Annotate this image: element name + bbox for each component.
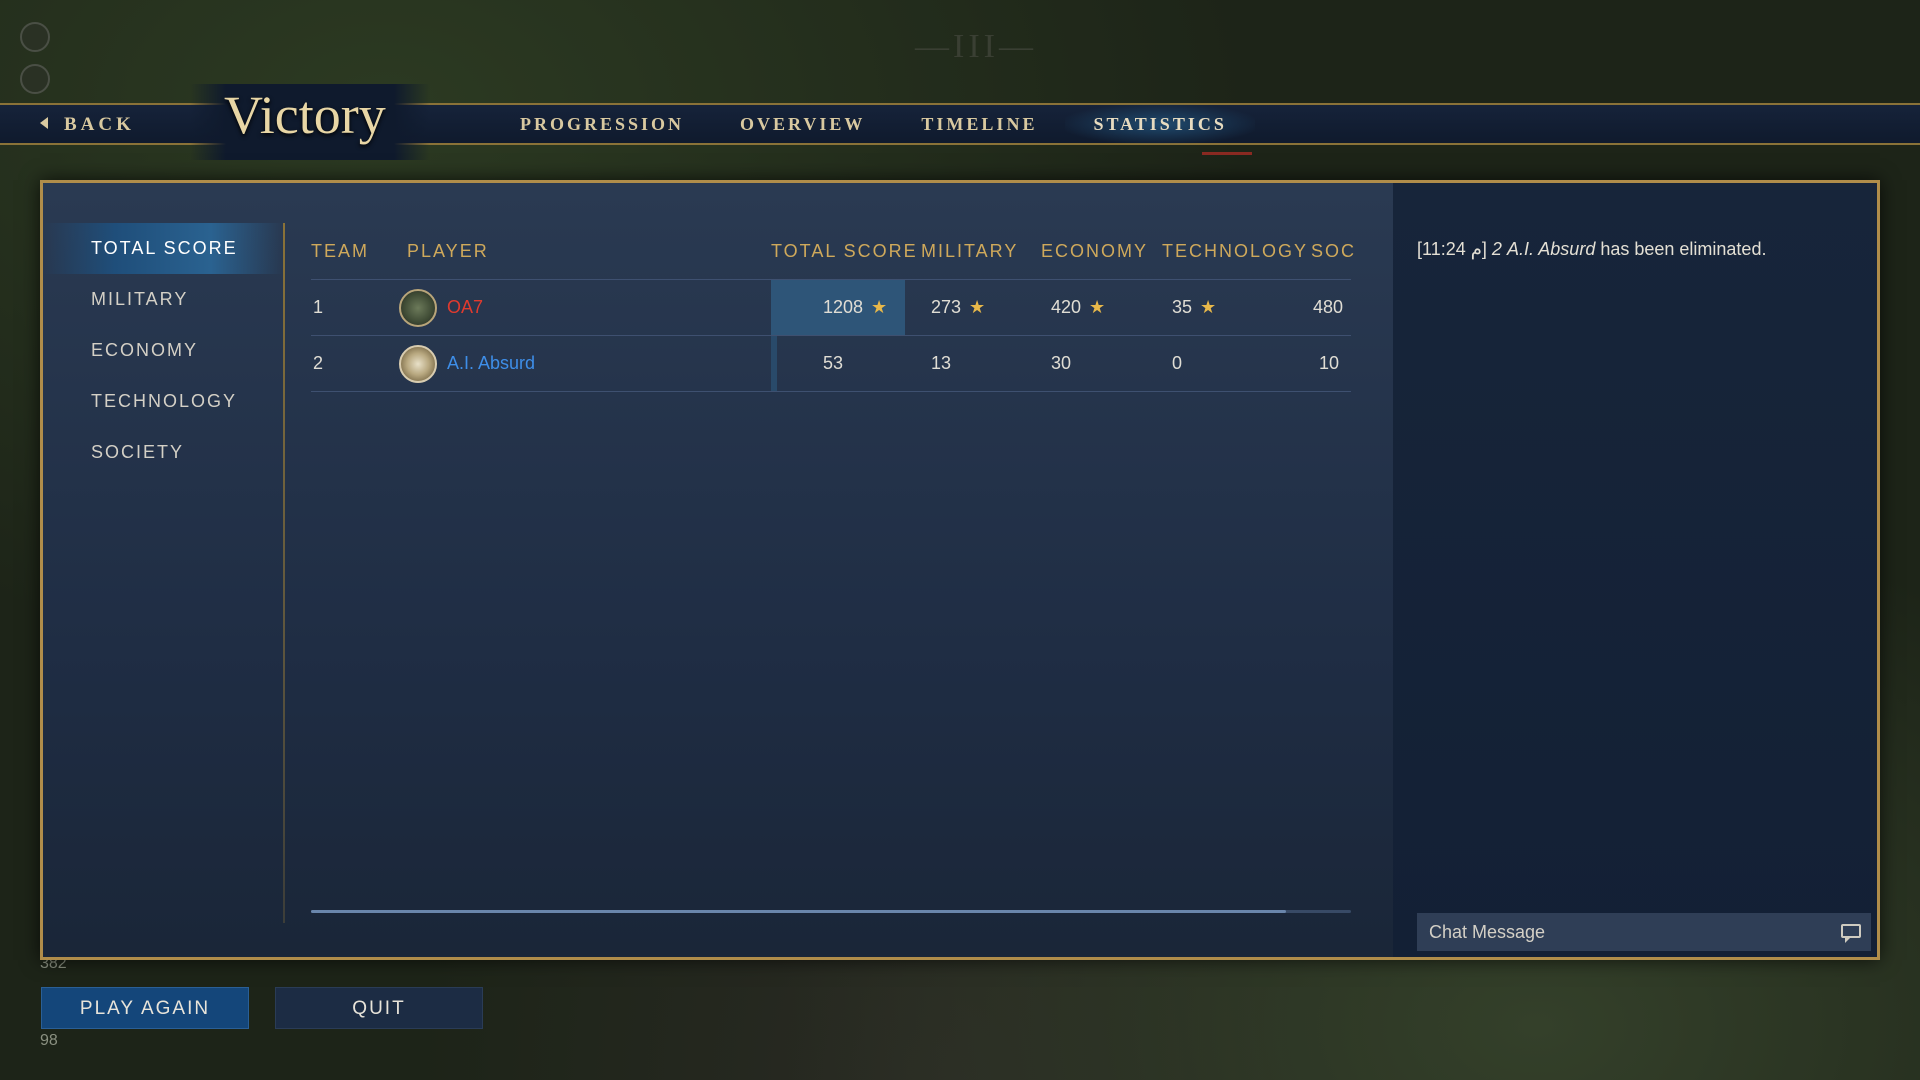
header-society[interactable]: SOC	[1311, 223, 1356, 279]
military-cell: 13	[931, 353, 952, 373]
header-technology[interactable]: TECHNOLOGY	[1162, 223, 1308, 279]
table-row[interactable]: 2 A.I. Absurd 53 13 30 0 10	[311, 336, 1351, 392]
chat-message: has been eliminated.	[1600, 239, 1767, 259]
team-cell: 2	[313, 353, 324, 373]
player-emblem-icon	[399, 345, 437, 383]
active-tab-indicator	[1202, 152, 1252, 155]
sidebar-item-society[interactable]: SOCIETY	[43, 427, 283, 478]
quit-button[interactable]: QUIT	[275, 987, 483, 1029]
age-indicator: —III—	[915, 28, 1037, 65]
star-icon: ★	[969, 297, 986, 317]
tab-statistics[interactable]: STATISTICS	[1065, 104, 1255, 144]
society-cell: 10	[1319, 353, 1340, 373]
score-table: TEAM PLAYER TOTAL SCORE MILITARY ECONOMY…	[311, 223, 1354, 392]
total-score-value: 1208	[823, 297, 864, 317]
play-again-button[interactable]: PLAY AGAIN	[41, 987, 249, 1029]
society-cell: 480	[1313, 297, 1344, 317]
back-label: BACK	[64, 114, 135, 135]
column-highlight	[771, 336, 777, 391]
sidebar-item-total-score[interactable]: TOTAL SCORE	[43, 223, 283, 274]
scrollbar-thumb[interactable]	[311, 910, 1286, 913]
table-row[interactable]: 1 OA7 1208 ★ 273 ★ 420 ★ 35 ★ 480	[311, 280, 1351, 336]
chat-panel: [م 11:24] 2 A.I. Absurd has been elimina…	[1393, 183, 1877, 957]
hud-resource-value: 98	[40, 1032, 58, 1049]
total-score-cell: 1208 ★	[823, 280, 887, 335]
sidebar-item-technology[interactable]: TECHNOLOGY	[43, 376, 283, 427]
chat-player: A.I. Absurd	[1506, 239, 1596, 259]
tab-progression[interactable]: PROGRESSION	[492, 104, 712, 144]
star-icon: ★	[1200, 297, 1217, 317]
chat-log-entry: [م 11:24] 2 A.I. Absurd has been elimina…	[1417, 239, 1766, 260]
technology-value: 35	[1172, 297, 1193, 317]
chat-timestamp: [م 11:24]	[1417, 239, 1487, 259]
sidebar-item-economy[interactable]: ECONOMY	[43, 325, 283, 376]
chat-input[interactable]: Chat Message	[1417, 913, 1871, 951]
tab-overview[interactable]: OVERVIEW	[712, 104, 893, 144]
statistics-panel: TOTAL SCORE MILITARY ECONOMY TECHNOLOGY …	[40, 180, 1880, 960]
total-score-cell: 53	[823, 353, 844, 373]
sidebar-item-military[interactable]: MILITARY	[43, 274, 283, 325]
economy-value: 420	[1051, 297, 1082, 317]
player-name[interactable]: A.I. Absurd	[447, 336, 535, 391]
stats-area: TOTAL SCORE MILITARY ECONOMY TECHNOLOGY …	[43, 183, 1393, 957]
economy-cell: 420 ★	[1051, 280, 1105, 335]
star-icon: ★	[1089, 297, 1106, 317]
tab-bar: PROGRESSION OVERVIEW TIMELINE STATISTICS	[492, 104, 1255, 144]
back-button[interactable]: BACK	[40, 114, 135, 136]
hud-icon	[20, 64, 50, 94]
page-title: Victory	[224, 85, 386, 145]
back-arrow-icon	[40, 117, 48, 129]
star-icon: ★	[871, 297, 888, 317]
header-military[interactable]: MILITARY	[921, 223, 1018, 279]
chat-bubble-icon[interactable]	[1841, 924, 1861, 943]
header-player[interactable]: PLAYER	[407, 223, 489, 279]
header-total-score[interactable]: TOTAL SCORE	[771, 223, 918, 279]
technology-cell: 35 ★	[1172, 280, 1216, 335]
team-cell: 1	[313, 297, 324, 317]
player-name[interactable]: OA7	[447, 280, 483, 335]
header-economy[interactable]: ECONOMY	[1041, 223, 1148, 279]
hud-icon	[20, 22, 50, 52]
military-value: 273	[931, 297, 962, 317]
chat-team: 2	[1491, 239, 1502, 259]
horizontal-scrollbar[interactable]	[311, 910, 1351, 913]
technology-cell: 0	[1172, 353, 1183, 373]
category-sidebar: TOTAL SCORE MILITARY ECONOMY TECHNOLOGY …	[43, 223, 283, 478]
chat-placeholder: Chat Message	[1429, 922, 1546, 942]
economy-cell: 30	[1051, 353, 1072, 373]
player-emblem-icon	[399, 289, 437, 327]
military-cell: 273 ★	[931, 280, 985, 335]
header-team[interactable]: TEAM	[311, 223, 369, 279]
table-header: TEAM PLAYER TOTAL SCORE MILITARY ECONOMY…	[311, 223, 1354, 280]
sidebar-divider	[283, 223, 285, 923]
tab-timeline[interactable]: TIMELINE	[893, 104, 1065, 144]
